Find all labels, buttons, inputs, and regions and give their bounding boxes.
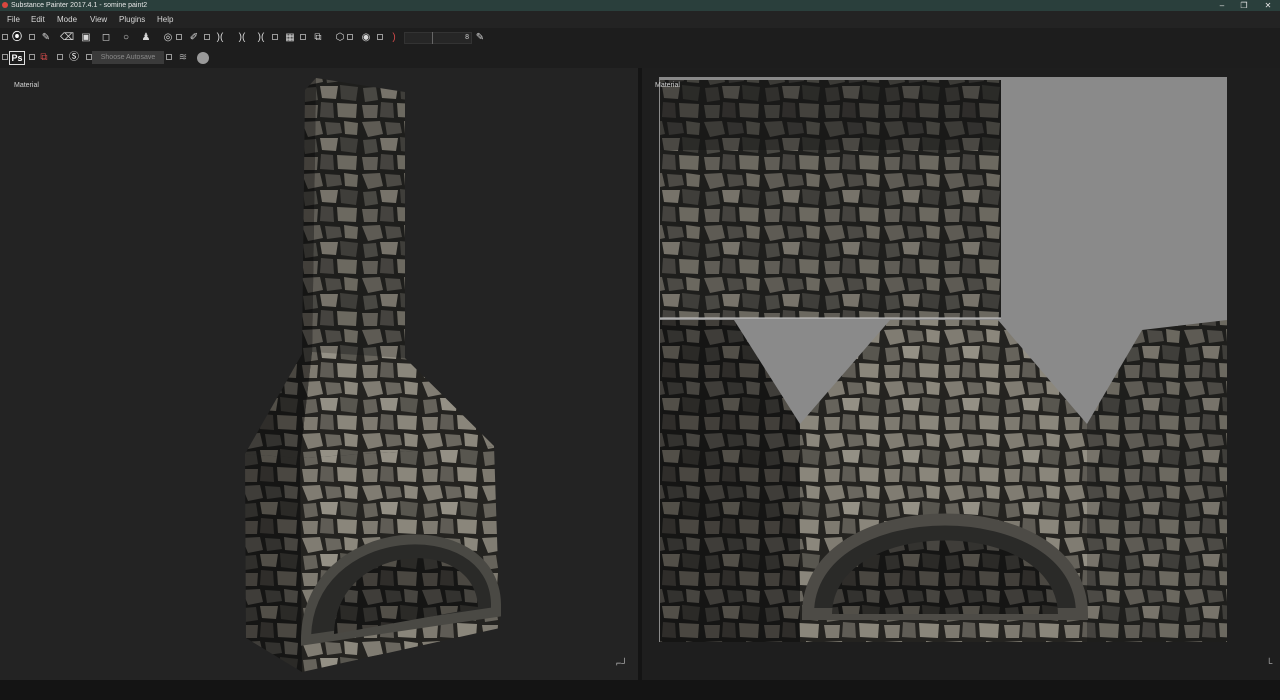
axis-gizmo-icon: ⌐┘ — [616, 658, 628, 668]
window-title: Substance Painter 2017.4.1 - somine pain… — [11, 2, 148, 9]
opacity-icon[interactable]: ) — [388, 32, 400, 44]
tool-bar: ⦿ ✎ ⌫ ▣ ◻ ○ ♟ ◎ ✐ )( )( )( ▦ ⧉ ⬡ ◉ ) — [0, 28, 1280, 48]
polygon-fill-icon[interactable]: ◻ — [100, 32, 112, 44]
expand-icon[interactable] — [377, 34, 383, 40]
viewport-mode-icon[interactable]: ⬡ — [334, 32, 346, 44]
screenshot-icon[interactable]: ◉ — [360, 32, 372, 44]
brush-icon[interactable]: ✎ — [40, 32, 52, 44]
smudge-icon[interactable]: ○ — [120, 32, 132, 44]
projection-icon[interactable]: ▣ — [80, 32, 92, 44]
send-to-icon[interactable]: ⧉ — [38, 52, 50, 64]
autosave-icon[interactable]: Ⓢ — [68, 52, 80, 64]
expand-icon[interactable] — [29, 54, 35, 60]
fireplace-3d-model — [245, 78, 501, 672]
2d-uv-viewport[interactable]: Material └ — [642, 68, 1280, 680]
clone-icon[interactable]: ♟ — [140, 32, 152, 44]
expand-icon[interactable] — [176, 34, 182, 40]
body-side — [245, 454, 302, 672]
roof-front — [300, 352, 494, 458]
expand-icon[interactable] — [57, 54, 63, 60]
close-icon[interactable]: ✕ — [1258, 0, 1278, 11]
menu-edit[interactable]: Edit — [31, 15, 45, 24]
plugin-bar: ⧉ Ⓢ ≋ — [0, 48, 1280, 68]
render-icon[interactable]: ⧉ — [312, 32, 324, 44]
brush-size-value: 8 — [465, 34, 469, 41]
autosave-tooltip: Shoose Autosave — [92, 51, 164, 64]
slider-marker — [432, 32, 433, 44]
symmetry-y-icon[interactable]: )( — [255, 32, 267, 44]
expand-icon[interactable] — [2, 54, 8, 60]
material-picker-icon[interactable]: ◎ — [162, 32, 174, 44]
title-bar: Substance Painter 2017.4.1 - somine pain… — [0, 0, 1280, 11]
menu-help[interactable]: Help — [157, 15, 173, 24]
pen-pressure-icon[interactable]: ✎ — [474, 32, 486, 44]
substance-logo-icon[interactable]: ⦿ — [11, 32, 23, 44]
minimize-icon[interactable]: – — [1212, 0, 1232, 11]
brush-size-slider[interactable]: 8 — [404, 32, 472, 44]
expand-icon[interactable] — [347, 34, 353, 40]
camera-icon[interactable]: ▦ — [284, 32, 296, 44]
menu-mode[interactable]: Mode — [57, 15, 77, 24]
menu-bar: File Edit Mode View Plugins Help — [0, 11, 1280, 28]
chimney-front — [312, 78, 405, 360]
axis-gizmo-icon: └ — [1266, 658, 1273, 668]
restore-icon[interactable]: ❐ — [1234, 0, 1254, 11]
symmetry-mirror-icon[interactable]: )( — [214, 32, 226, 44]
color-picker-icon[interactable]: ✐ — [188, 32, 200, 44]
uv-chimney-shadow — [660, 80, 1001, 150]
expand-icon[interactable] — [204, 34, 210, 40]
eraser-icon[interactable]: ⌫ — [60, 32, 74, 44]
photoshop-export-button[interactable]: Ps — [9, 51, 25, 65]
material-sphere-icon[interactable] — [197, 52, 209, 64]
expand-icon[interactable] — [29, 34, 35, 40]
menu-file[interactable]: File — [7, 15, 20, 24]
uv-texture-map — [659, 77, 1227, 642]
3d-viewport[interactable]: Material ⌐┘ — [0, 68, 638, 680]
status-bar — [0, 680, 1280, 700]
substance-share-icon[interactable]: ≋ — [177, 52, 189, 64]
menu-plugins[interactable]: Plugins — [119, 15, 145, 24]
symmetry-x-icon[interactable]: )( — [236, 32, 248, 44]
expand-icon[interactable] — [166, 54, 172, 60]
viewport-label: Material — [655, 82, 680, 89]
app-icon — [2, 2, 8, 8]
expand-icon[interactable] — [2, 34, 8, 40]
menu-view[interactable]: View — [90, 15, 107, 24]
expand-icon[interactable] — [300, 34, 306, 40]
expand-icon[interactable] — [272, 34, 278, 40]
